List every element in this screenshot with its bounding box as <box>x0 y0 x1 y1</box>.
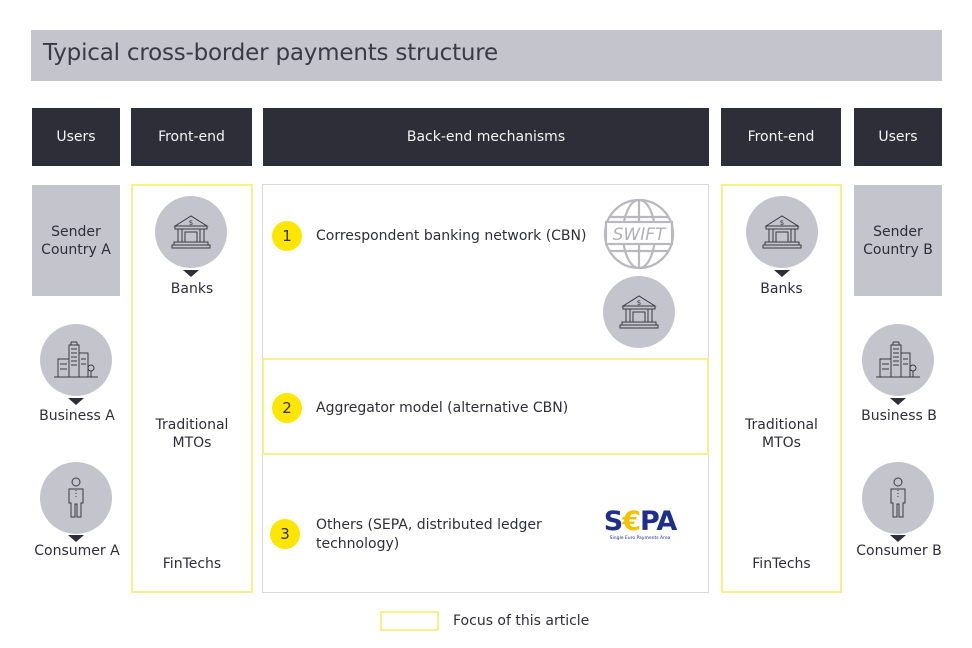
mtos-line2: MTOs <box>762 435 801 451</box>
person-icon <box>68 477 84 518</box>
swift-globe-logo: SWIFT <box>603 198 675 270</box>
sepa-s: S <box>603 506 623 537</box>
banks-right-label: Banks <box>760 281 803 297</box>
legend-label: Focus of this article <box>453 613 590 629</box>
bank-icon: $ <box>762 215 802 249</box>
consumer-b-label: Consumer B <box>856 543 942 559</box>
sepa-tagline: Single Euro Payments Area <box>609 536 671 541</box>
consumer-a-circle <box>40 462 112 534</box>
office-buildings-icon <box>54 341 98 378</box>
down-arrow-icon <box>890 535 906 542</box>
fintechs-left-label: FinTechs <box>162 556 222 572</box>
mechanism-3-line2: technology) <box>316 536 400 552</box>
bank-icon: $ <box>619 295 659 329</box>
page-title: Typical cross-border payments structure <box>43 40 499 66</box>
header-frontend-right: Front-end <box>721 108 841 166</box>
down-arrow-icon <box>890 398 906 405</box>
header-frontend-left: Front-end <box>131 108 252 166</box>
mtos-line1: Traditional <box>745 417 818 433</box>
business-a-circle <box>40 324 112 396</box>
number-badge-1: 1 <box>272 221 302 251</box>
person-icon <box>890 477 906 518</box>
header-users-left: Users <box>32 108 120 166</box>
country-b-line1: Sender <box>873 223 923 240</box>
mtos-line1: Traditional <box>155 417 229 433</box>
mtos-right-label: Traditional MTOs <box>721 416 842 452</box>
header-backend: Back-end mechanisms <box>263 108 709 166</box>
business-a-label: Business A <box>39 408 115 424</box>
down-arrow-icon <box>68 535 84 542</box>
down-arrow-icon <box>774 270 790 277</box>
sepa-pa: PA <box>640 506 677 537</box>
sepa-euro: € <box>622 506 641 537</box>
header-users-right: Users <box>854 108 942 166</box>
number-badge-3: 3 <box>270 519 300 549</box>
banks-left-label: Banks <box>170 281 214 297</box>
mechanism-1-label: Correspondent banking network (CBN) <box>316 228 587 244</box>
business-b-label: Business B <box>861 408 937 424</box>
fintechs-right-label: FinTechs <box>752 556 811 572</box>
office-buildings-icon <box>876 341 920 378</box>
sender-country-a: Sender Country A <box>32 185 120 296</box>
business-b-circle <box>862 324 934 396</box>
consumer-a-label: Consumer A <box>34 543 120 559</box>
bank-circle-backend: $ <box>603 276 675 348</box>
down-arrow-icon <box>183 270 199 277</box>
bank-circle-right: $ <box>746 196 818 268</box>
down-arrow-icon <box>68 398 84 405</box>
swift-text: SWIFT <box>613 225 667 245</box>
country-a-line2: Country A <box>41 241 111 258</box>
mechanism-3-label: Others (SEPA, distributed ledger technol… <box>316 516 542 554</box>
sender-country-b: Sender Country B <box>854 185 942 296</box>
number-badge-2: 2 <box>272 393 302 423</box>
mtos-line2: MTOs <box>172 435 212 451</box>
title-bar: Typical cross-border payments structure <box>31 30 942 81</box>
bank-icon: $ <box>171 215 211 249</box>
sepa-logo: S€PA Single Euro Payments Area <box>600 506 680 542</box>
consumer-b-circle <box>862 462 934 534</box>
mechanism-3-line1: Others (SEPA, distributed ledger <box>316 517 542 533</box>
legend-swatch <box>380 611 439 631</box>
mtos-left-label: Traditional MTOs <box>131 416 253 452</box>
bank-circle-left: $ <box>155 196 227 268</box>
country-a-line1: Sender <box>51 223 101 240</box>
country-b-line2: Country B <box>863 241 933 258</box>
mechanism-2-label: Aggregator model (alternative CBN) <box>316 400 569 416</box>
